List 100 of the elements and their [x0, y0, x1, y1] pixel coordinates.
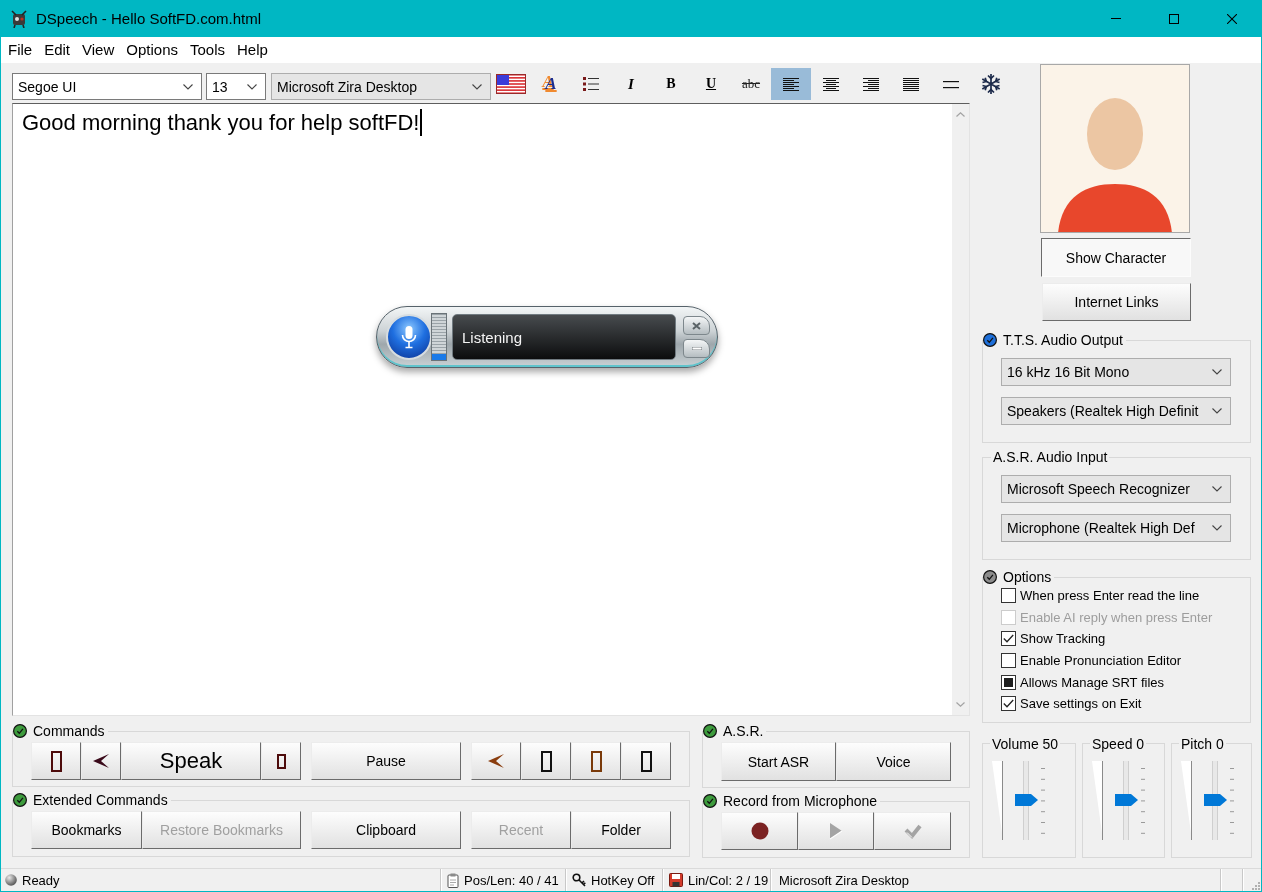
checkbox[interactable] [1001, 631, 1016, 647]
character-button[interactable]: Show Character [1041, 238, 1191, 277]
chevron-down-icon [1212, 408, 1222, 414]
bold-button[interactable]: B [651, 68, 691, 100]
record-control-button[interactable] [721, 812, 798, 850]
chevron-down-icon [1212, 525, 1222, 531]
close-button[interactable] [683, 316, 710, 335]
device-dropdown[interactable]: Microphone (Realtek High Def [1001, 514, 1231, 542]
device-dropdown[interactable]: Speakers (Realtek High Definit [1001, 397, 1231, 425]
checkbox[interactable] [1001, 588, 1016, 604]
option-label: Save settings on Exit [1020, 696, 1142, 712]
group-title: Record from Microphone [723, 793, 878, 809]
ramp-icon [992, 760, 1003, 840]
font-color-button[interactable]: A [531, 68, 571, 100]
menu-item[interactable]: View [76, 37, 121, 63]
command-button[interactable] [521, 742, 571, 780]
close-icon [1227, 13, 1237, 24]
font-size-dropdown[interactable]: 13 [206, 73, 266, 100]
size-grip-icon [1249, 879, 1260, 890]
checkmark-icon [903, 823, 922, 839]
minimize-button[interactable] [683, 339, 710, 358]
option-label: Enable Pronunciation Editor [1020, 653, 1182, 669]
command-button[interactable]: Speak [121, 742, 261, 780]
chevron-down-icon [956, 702, 965, 707]
status-text: Ready [22, 872, 60, 888]
align-right-icon [863, 77, 879, 91]
command-button[interactable] [621, 742, 671, 780]
font-dropdown[interactable]: Segoe UI [12, 73, 202, 100]
minimize-icon [1111, 18, 1121, 19]
slider-thumb[interactable] [1115, 794, 1138, 807]
checkmark-icon [1003, 699, 1014, 709]
status-text: Microsoft Zira Desktop [779, 872, 910, 888]
justify-icon [903, 77, 919, 91]
strikethrough-button[interactable]: abc [731, 68, 771, 100]
menu-item[interactable]: Tools [184, 37, 231, 63]
group-title: A.S.R. Audio Input [993, 449, 1108, 465]
window-title: DSpeech - Hello SoftFD.com.html [36, 10, 262, 27]
slider-thumb[interactable] [1204, 794, 1227, 807]
microphone-button[interactable] [386, 314, 432, 360]
checkmark-icon [1003, 634, 1014, 644]
chevron-down-icon [247, 83, 257, 90]
chevron-down-icon [1212, 369, 1222, 375]
voice-dropdown[interactable]: Microsoft Zira Desktop [271, 73, 491, 100]
clipboard-icon [447, 872, 459, 888]
underline-button[interactable]: U [691, 68, 731, 100]
slider-label: Volume 50 [992, 735, 1059, 752]
record-icon [750, 822, 769, 840]
group-title: Extended Commands [33, 792, 168, 808]
double-line-icon [943, 79, 959, 89]
menu-item[interactable]: Options [120, 37, 184, 63]
flag-icon [496, 74, 526, 94]
command-button[interactable]: Bookmarks [31, 811, 142, 849]
command-button[interactable]: Pause [311, 742, 461, 780]
microphone-icon [401, 325, 417, 349]
command-button[interactable] [571, 742, 621, 780]
menu-item[interactable]: Help [231, 37, 274, 63]
editor-text: Good morning thank you for help softFD! [22, 109, 420, 136]
slider-label: Pitch 0 [1181, 735, 1224, 752]
option-label: When press Enter read the line [1020, 588, 1200, 604]
chevron-up-icon [956, 112, 965, 117]
group-title: Commands [33, 723, 105, 739]
status-text: Listening [462, 328, 523, 346]
chevron-down-icon [183, 83, 193, 90]
minimize-icon [691, 347, 702, 350]
snowflake-icon [980, 73, 1002, 95]
ramp-icon [1181, 760, 1192, 840]
checkbox[interactable] [1001, 696, 1016, 712]
align-left-button[interactable] [771, 68, 811, 100]
italic-button[interactable]: I [611, 68, 651, 100]
device-dropdown[interactable]: 16 kHz 16 Bit Mono [1001, 358, 1231, 386]
command-button[interactable] [261, 742, 301, 780]
play-icon [829, 822, 843, 840]
status-text: Lin/Col: 2 / 19 [688, 872, 769, 888]
vertical-scrollbar[interactable] [952, 104, 969, 715]
option-label: Show Tracking [1020, 631, 1106, 647]
command-button[interactable]: Clipboard [311, 811, 461, 849]
menu-item[interactable]: Edit [38, 37, 77, 63]
chevron-down-icon [472, 83, 482, 90]
option-label: Enable AI reply when press Enter [1020, 609, 1213, 625]
character-button[interactable]: Internet Links [1042, 283, 1191, 321]
command-button[interactable]: Voice [836, 742, 951, 781]
group-title: A.S.R. [723, 723, 764, 739]
group-title: Options [1003, 569, 1052, 585]
chevron-down-icon [1212, 486, 1222, 492]
ramp-icon [1092, 760, 1103, 840]
text-editor[interactable]: Good morning thank you for help softFD! Listening [12, 103, 970, 716]
command-button[interactable]: Start ASR [721, 742, 836, 781]
device-dropdown[interactable]: Microsoft Speech Recognizer [1001, 475, 1231, 503]
align-left-icon [783, 77, 799, 91]
app-icon [10, 9, 28, 28]
status-dot-icon [5, 874, 17, 886]
status-text: Pos/Len: 40 / 41 [464, 872, 559, 888]
slider-thumb[interactable] [1015, 794, 1038, 807]
option-label: Allows Manage SRT files [1020, 674, 1165, 690]
checkbox[interactable] [1001, 653, 1016, 669]
align-center-icon [823, 77, 839, 91]
command-button[interactable]: Folder [571, 811, 671, 849]
command-button[interactable] [81, 742, 121, 780]
menu-item[interactable]: File [2, 37, 39, 63]
command-button[interactable] [31, 742, 81, 780]
